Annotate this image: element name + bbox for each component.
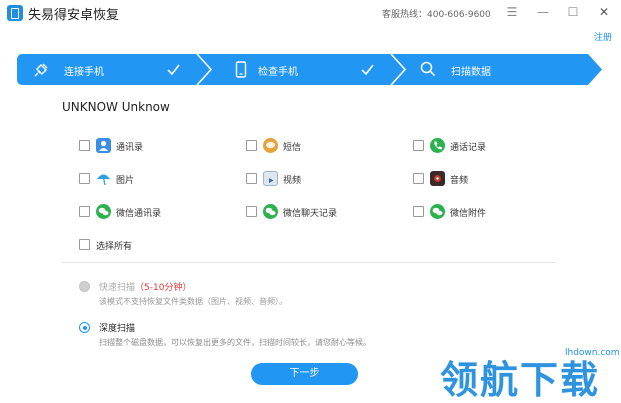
audio-label: 音频	[450, 176, 469, 186]
step-check-label: 检查手机	[258, 67, 298, 78]
wechat-icon	[430, 204, 445, 219]
deep-scan-desc: 扫描整个磁盘数据，可以恢复出更多的文件，扫描时间较长，请您耐心等候。	[99, 338, 371, 347]
check-icon	[361, 64, 374, 75]
video-label: 视频	[283, 176, 302, 186]
quick-scan-label: 快速扫描	[99, 283, 136, 293]
phone-icon	[235, 61, 247, 78]
device-name: UNKNOW Unknow	[62, 100, 170, 114]
wechat-chats-label: 微信聊天记录	[283, 209, 338, 219]
wechat-icon	[263, 204, 278, 219]
maximize-icon[interactable]: ☐	[566, 4, 580, 20]
app-logo-icon	[7, 5, 23, 21]
wechat-contacts-checkbox[interactable]	[79, 206, 90, 217]
select-all-checkbox[interactable]	[79, 239, 90, 250]
watermark-logo: 领航下载	[440, 358, 601, 402]
deep-scan-title[interactable]: 深度扫描	[99, 321, 135, 334]
phone-call-icon	[430, 138, 445, 153]
contacts-icon	[96, 138, 111, 153]
audio-icon	[430, 171, 445, 186]
hotline-text: 客服热线：400-606-9600	[382, 10, 491, 20]
wechat-chats-checkbox[interactable]	[246, 206, 257, 217]
video-icon	[263, 171, 278, 186]
wechat-attachments-checkbox[interactable]	[413, 206, 424, 217]
select-all-label: 选择所有	[96, 242, 133, 252]
sms-icon	[263, 138, 278, 153]
video-checkbox[interactable]	[246, 173, 257, 184]
sms-label: 短信	[283, 143, 302, 153]
contacts-checkbox[interactable]	[79, 140, 90, 151]
search-icon	[420, 61, 436, 77]
title-bar: 失易得安卓恢复 客服热线：400-606-9600 ☰ — ☐ ✕	[0, 0, 621, 26]
contacts-label: 通讯录	[116, 143, 144, 153]
deep-scan-radio[interactable]	[79, 322, 90, 333]
step-connect-label: 连接手机	[64, 67, 104, 78]
quick-scan-desc: 该模式不支持恢复文件类数据（图片、视频、音频）。	[99, 297, 287, 306]
minimize-icon[interactable]: —	[536, 4, 550, 20]
sms-checkbox[interactable]	[246, 140, 257, 151]
close-icon[interactable]: ✕	[597, 4, 611, 20]
quick-scan-title[interactable]: 快速扫描（5-10分钟）	[99, 280, 191, 293]
step-bar-background	[17, 54, 602, 85]
quick-scan-radio[interactable]	[79, 281, 90, 292]
pictures-checkbox[interactable]	[79, 173, 90, 184]
wechat-attachments-label: 微信附件	[450, 209, 487, 219]
picture-icon	[96, 171, 111, 186]
step-scan-label: 扫描数据	[451, 67, 491, 78]
pictures-label: 图片	[116, 176, 135, 186]
check-icon	[167, 64, 180, 75]
call-log-label: 通话记录	[450, 143, 487, 153]
step-progress-bar: 连接手机 检查手机 扫描数据	[17, 54, 602, 85]
register-link[interactable]: 注册	[594, 30, 612, 43]
wechat-contacts-label: 微信通讯录	[116, 209, 162, 219]
quick-scan-duration: （5-10分钟）	[135, 283, 192, 293]
next-button[interactable]: 下一步	[251, 363, 358, 385]
audio-checkbox[interactable]	[413, 173, 424, 184]
call-log-checkbox[interactable]	[413, 140, 424, 151]
menu-icon[interactable]: ☰	[505, 4, 519, 20]
usb-plug-icon	[34, 63, 48, 77]
app-title: 失易得安卓恢复	[28, 8, 120, 23]
wechat-icon	[96, 204, 111, 219]
divider	[62, 262, 557, 263]
